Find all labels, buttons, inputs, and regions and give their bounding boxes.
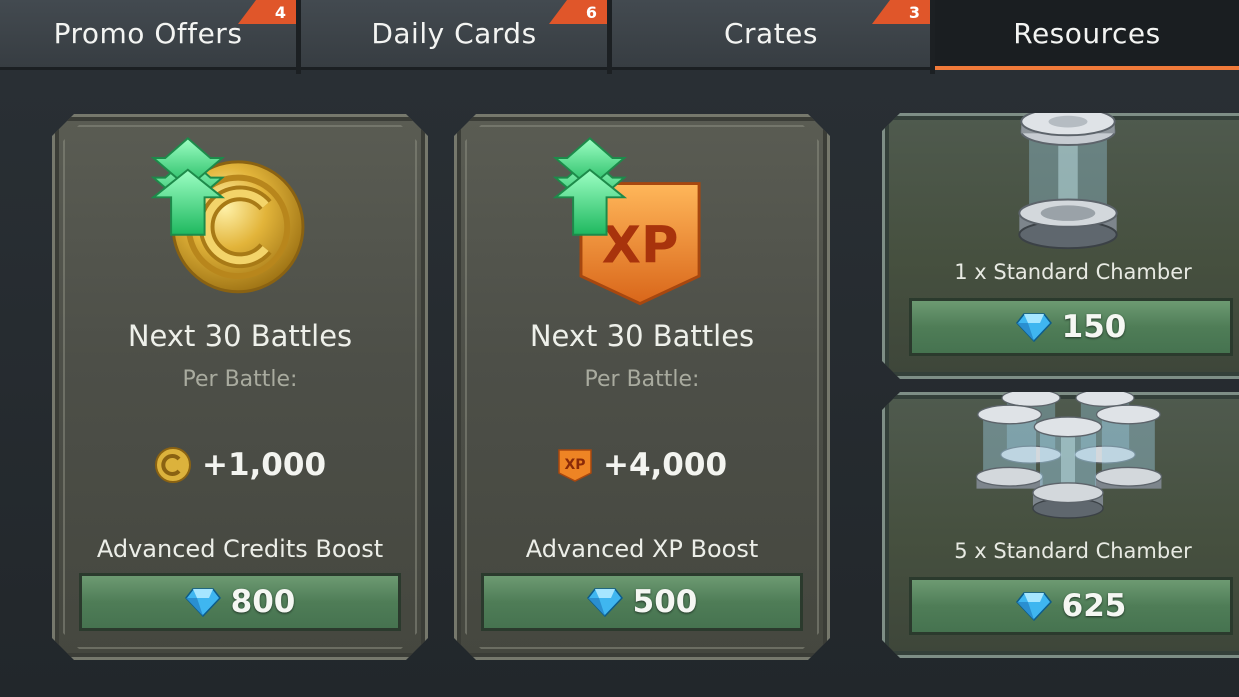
price-label: 500 <box>632 584 698 620</box>
gem-icon <box>1016 312 1052 342</box>
gem-icon <box>185 587 221 617</box>
notification-badge: 4 <box>238 0 296 24</box>
tab-label: Daily Cards <box>371 17 537 50</box>
reward-amount: +1,000 <box>201 447 327 483</box>
credits-boost-icon <box>55 127 425 307</box>
xp-icon: XP <box>557 447 593 483</box>
offer-card-credits-boost[interactable]: Next 30 Battles Per Battle: +1,000 Advan… <box>52 114 428 660</box>
xp-icon-text: XP <box>564 457 585 473</box>
offer-card-xp-boost[interactable]: XP Next 30 Battles Per Battle: XP +4,000… <box>454 114 830 660</box>
buy-button[interactable]: 150 <box>909 298 1233 356</box>
reward-row: +1,000 <box>55 445 425 485</box>
tab-label: Promo Offers <box>53 17 243 50</box>
price-label: 800 <box>230 584 296 620</box>
standard-chamber-icon <box>885 102 1239 262</box>
tab-label: Resources <box>1013 16 1161 50</box>
credit-coin-icon <box>154 446 192 484</box>
reward-amount: +4,000 <box>602 447 728 483</box>
tab-bar: Promo Offers 4 Daily Cards 6 Crates 3 Re… <box>0 0 1239 74</box>
gem-icon <box>1016 591 1052 621</box>
offer-subtitle: Per Battle: <box>182 367 298 392</box>
offer-subtitle: Per Battle: <box>584 367 700 392</box>
offer-card-standard-chamber-5[interactable]: 5 x Standard Chamber 625 <box>882 392 1239 658</box>
notification-badge: 3 <box>872 0 930 24</box>
xp-badge-text: XP <box>602 216 679 275</box>
notification-badge: 6 <box>549 0 607 24</box>
tab-resources[interactable]: Resources <box>935 0 1239 70</box>
price-label: 625 <box>1061 588 1127 624</box>
xp-boost-icon: XP <box>457 127 827 307</box>
price-label: 150 <box>1061 309 1127 345</box>
buy-button[interactable]: 500 <box>481 573 803 631</box>
offer-title: Next 30 Battles <box>529 319 755 353</box>
chamber-name: 5 x Standard Chamber <box>954 539 1192 563</box>
tab-label: Crates <box>723 17 818 50</box>
tab-promo-offers[interactable]: Promo Offers 4 <box>0 0 296 70</box>
buy-button[interactable]: 800 <box>79 573 401 631</box>
buy-button[interactable]: 625 <box>909 577 1233 635</box>
reward-row: XP +4,000 <box>457 445 827 485</box>
chamber-name: 1 x Standard Chamber <box>954 260 1192 284</box>
offer-title: Next 30 Battles <box>127 319 353 353</box>
offer-name: Advanced XP Boost <box>525 535 759 563</box>
tab-daily-cards[interactable]: Daily Cards 6 <box>301 0 607 70</box>
offer-name: Advanced Credits Boost <box>96 535 384 563</box>
tab-crates[interactable]: Crates 3 <box>612 0 930 70</box>
store-screen: Promo Offers 4 Daily Cards 6 Crates 3 Re… <box>0 0 1239 697</box>
offer-card-standard-chamber-1[interactable]: 1 x Standard Chamber 150 <box>882 113 1239 379</box>
gem-icon <box>587 587 623 617</box>
standard-chambers-bundle-icon <box>885 381 1239 541</box>
